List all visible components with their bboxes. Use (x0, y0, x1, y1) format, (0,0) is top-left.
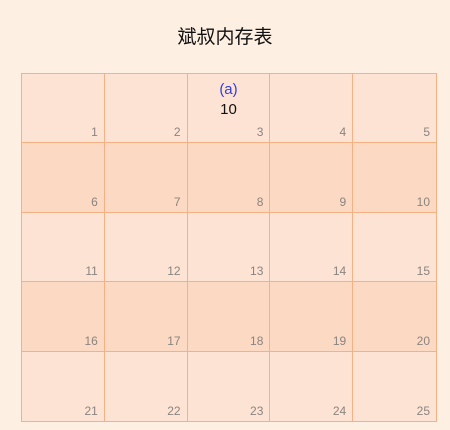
cell-index: 6 (91, 194, 98, 209)
memory-cell: 23 (187, 351, 271, 421)
cell-index: 15 (416, 264, 430, 279)
cell-index: 7 (173, 194, 181, 209)
memory-cell: 21 (22, 351, 105, 421)
cell-index: 17 (167, 333, 181, 348)
cell-index: 13 (250, 264, 264, 279)
memory-cell: 8 (187, 143, 271, 213)
memory-cell: 22 (104, 351, 188, 421)
page-title: 斌叔内存表 (177, 26, 273, 48)
memory-cell: 1 (22, 74, 105, 144)
cell-index: 11 (85, 264, 98, 279)
cell-value: 10 (220, 101, 237, 118)
cell-index: 24 (332, 404, 347, 418)
memory-cell: 6 (22, 143, 105, 213)
cell-index: 20 (416, 333, 430, 348)
cell-index: 1 (91, 125, 98, 140)
cell-index: 3 (256, 125, 264, 140)
memory-table: 1 2 (a) 10 3 4 5 6 7 8 9 10 11 12 13 14 15 16 17 18 19 20 21 22… (21, 73, 437, 422)
memory-cell: 12 (104, 212, 188, 283)
memory-cell: 2 (104, 74, 188, 144)
cell-index: 22 (167, 404, 181, 418)
cell-index: 25 (416, 404, 430, 418)
memory-cell: 16 (22, 282, 105, 352)
memory-cell: 24 (270, 351, 354, 421)
cell-index: 16 (84, 333, 98, 348)
cell-label: (a) (219, 81, 238, 98)
memory-cell: 5 (353, 74, 436, 144)
cell-content: (a) 10 (188, 80, 270, 120)
memory-cell: 7 (104, 143, 188, 213)
memory-cell: 14 (270, 212, 354, 283)
cell-index: 9 (339, 194, 347, 209)
memory-cell: 25 (353, 351, 436, 421)
cell-index: 18 (250, 333, 264, 348)
memory-cell: 18 (187, 282, 271, 352)
cell-index: 2 (173, 125, 181, 140)
memory-cell: 15 (353, 212, 436, 283)
memory-cell: 17 (104, 282, 188, 352)
cell-index: 10 (416, 194, 430, 209)
memory-cell: 20 (353, 282, 436, 352)
memory-cell: 11 (22, 212, 105, 283)
memory-cell: 4 (270, 74, 354, 144)
cell-index: 8 (256, 194, 264, 209)
cell-index: 23 (250, 404, 264, 418)
cell-index: 19 (332, 333, 347, 348)
cell-index: 12 (167, 264, 181, 279)
cell-index: 14 (332, 264, 347, 279)
memory-cell: 10 (353, 143, 436, 213)
memory-cell: 13 (187, 212, 271, 283)
cell-index: 4 (339, 125, 347, 140)
cell-index: 21 (84, 404, 98, 418)
cell-index: 5 (423, 125, 430, 140)
memory-cell: (a) 10 3 (187, 74, 271, 144)
memory-cell: 9 (270, 143, 354, 213)
memory-cell: 19 (270, 282, 354, 352)
